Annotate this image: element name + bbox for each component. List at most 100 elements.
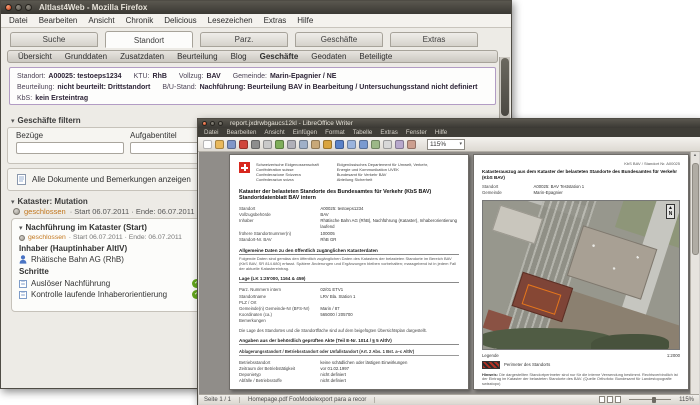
window-close-button[interactable] — [202, 121, 207, 126]
spellcheck-icon[interactable] — [275, 139, 284, 149]
subnav-item[interactable]: Zusatzdaten — [120, 52, 164, 61]
gallery-icon[interactable] — [407, 139, 416, 149]
navigator-icon[interactable] — [395, 139, 404, 149]
menu-item[interactable]: Bearbeiten — [226, 129, 256, 136]
schritte-label: Schritte — [19, 267, 49, 276]
scrollbar-thumb[interactable] — [691, 163, 699, 255]
info-value: RhB — [152, 73, 167, 80]
zoom-combobox[interactable]: 115% ▾ — [427, 138, 465, 150]
main-tab[interactable]: Parz. — [200, 32, 288, 47]
menu-item[interactable]: Ansicht — [264, 129, 284, 136]
status-state-link[interactable]: geschlossen — [24, 207, 66, 216]
window-minimize-button[interactable] — [210, 121, 215, 126]
redo-icon[interactable] — [347, 139, 356, 149]
statusbar-style: Homepage.pdf FooModelexport para a recor — [248, 396, 376, 403]
menu-item[interactable]: Format — [325, 129, 345, 136]
writer-scrollbar[interactable]: ▲ — [690, 152, 699, 394]
pdf-page-left: Schweizerische Eidgenossenschaft Confédér… — [229, 154, 469, 390]
zoom-slider-knob[interactable] — [652, 396, 657, 403]
open-icon[interactable] — [215, 139, 224, 149]
kataster-section-header[interactable]: ▾ Kataster: Mutation — [11, 197, 88, 206]
menu-item[interactable]: Extras — [380, 129, 398, 136]
paste-icon[interactable] — [311, 139, 320, 149]
step-link[interactable]: Auslöser Nachführung — [31, 279, 188, 288]
table-icon[interactable] — [371, 139, 380, 149]
scroll-up-icon[interactable]: ▲ — [693, 152, 697, 157]
window-minimize-button[interactable] — [15, 4, 22, 11]
info-line-2: Beurteilung: nicht beurteilt: Drittstando… — [17, 82, 488, 93]
menu-item[interactable]: Chronik — [126, 16, 154, 25]
menu-item[interactable]: Einfügen — [293, 129, 317, 136]
cut-icon[interactable] — [287, 139, 296, 149]
field-row: Gemeinde Marin-Epagnier — [482, 190, 563, 196]
status-state-link[interactable]: geschlossen — [28, 234, 66, 241]
info-value: Nachführung: Beurteilung BAV in Bearbeit… — [199, 84, 478, 91]
menu-item[interactable]: Datei — [204, 129, 218, 136]
fields-right: Standort A00025: BAV Teststation 1 Gemeind… — [482, 184, 680, 196]
hyperlink-icon[interactable] — [359, 139, 368, 149]
new-document-icon[interactable] — [203, 139, 212, 149]
undo-icon[interactable] — [335, 139, 344, 149]
info-label: B/U-Stand: — [162, 84, 197, 91]
multi-page-view-icon[interactable] — [607, 396, 614, 403]
fields-betrieb: Betriebsstandort keine schädlichen oder l… — [239, 360, 459, 385]
filter-section-header[interactable]: ▾ Geschäfte filtern — [11, 116, 81, 125]
perimeter-legend-swatch — [482, 360, 500, 369]
subnav-item[interactable]: Beurteilung — [177, 52, 217, 61]
all-documents-link[interactable]: Alle Dokumente und Bemerkungen anzeigen — [32, 175, 191, 184]
writer-window: report.jxdrwbgaucs12kl - LibreOffice Wri… — [197, 118, 700, 405]
swiss-flag-logo — [239, 162, 250, 173]
writer-titlebar[interactable]: report.jxdrwbgaucs12kl - LibreOffice Wri… — [198, 119, 700, 128]
print-preview-icon[interactable] — [263, 139, 272, 149]
info-label: Beurteilung: — [17, 84, 55, 91]
writer-menubar: Datei Bearbeiten Ansicht Einfügen Format Tabe… — [198, 128, 700, 137]
menu-item[interactable]: Hilfe — [297, 16, 313, 25]
copy-icon[interactable] — [299, 139, 308, 149]
zoom-value: 115% — [430, 140, 447, 148]
step-link[interactable]: Kontrolle laufende Inhaberorientierung — [31, 290, 188, 299]
save-icon[interactable] — [227, 139, 236, 149]
menu-item[interactable]: Fenster — [406, 129, 427, 136]
subnav-item[interactable]: Übersicht — [18, 52, 52, 61]
book-view-icon[interactable] — [615, 396, 622, 403]
view-layout-buttons[interactable] — [599, 396, 622, 403]
menu-item[interactable]: Delicious — [164, 16, 196, 25]
menu-item[interactable]: Datei — [9, 16, 28, 25]
format-paintbrush-icon[interactable] — [323, 139, 332, 149]
main-tab[interactable]: Suche — [10, 32, 98, 47]
north-arrow-icon: ▲ N — [666, 203, 675, 219]
subnav-item[interactable]: Beteiligte — [359, 52, 392, 61]
subnav-item[interactable]: Geodaten — [311, 52, 346, 61]
pdf-export-icon[interactable] — [239, 139, 248, 149]
window-maximize-button[interactable] — [218, 121, 223, 126]
main-tab[interactable]: Extras — [390, 32, 478, 47]
subnav-item[interactable]: Grunddaten — [65, 52, 107, 61]
subnav-item[interactable]: Geschäfte — [260, 52, 299, 61]
menu-item[interactable]: Tabelle — [353, 129, 373, 136]
find-icon[interactable] — [383, 139, 392, 149]
window-maximize-button[interactable] — [25, 4, 32, 11]
standort-info-box: Standort: A00025: testoeps1234 KTU: RhB Voll… — [9, 67, 496, 105]
menu-item[interactable]: Extras — [264, 16, 287, 25]
menu-item[interactable]: Bearbeiten — [39, 16, 78, 25]
step-row: ☰ Kontrolle laufende Inhaberorientierung… — [19, 289, 201, 300]
menu-item[interactable]: Lesezeichen — [208, 16, 253, 25]
pdf-page-right: KbS BAV / Standort Nr. A00025 Katasterau… — [473, 154, 689, 390]
menu-item[interactable]: Hilfe — [435, 129, 447, 136]
print-icon[interactable] — [251, 139, 260, 149]
zoom-slider[interactable] — [629, 396, 672, 403]
main-tab[interactable]: Standort — [105, 31, 193, 48]
subnav-item[interactable]: Blog — [231, 52, 247, 61]
firefox-titlebar[interactable]: Altlast4Web - Mozilla Firefox — [1, 1, 511, 14]
bezuege-input[interactable] — [16, 142, 124, 154]
menu-item[interactable]: Ansicht — [88, 16, 114, 25]
main-tab[interactable]: Geschäfte — [295, 32, 383, 47]
single-page-view-icon[interactable] — [599, 396, 606, 403]
inhaber-link[interactable]: Rhätische Bahn AG (RhB) — [31, 255, 124, 264]
scrollbar-thumb[interactable] — [501, 58, 509, 116]
collapse-icon: ▾ — [11, 199, 15, 206]
inhaber-label: Inhaber (Hauptinhaber AltlV) — [19, 244, 128, 253]
field-row: Inhaber Rhätische Bahn AG (RhB), Nachführ… — [239, 218, 458, 230]
lage-note: Die Lage des Standortes und die Standort… — [239, 327, 427, 333]
window-close-button[interactable] — [5, 4, 12, 11]
